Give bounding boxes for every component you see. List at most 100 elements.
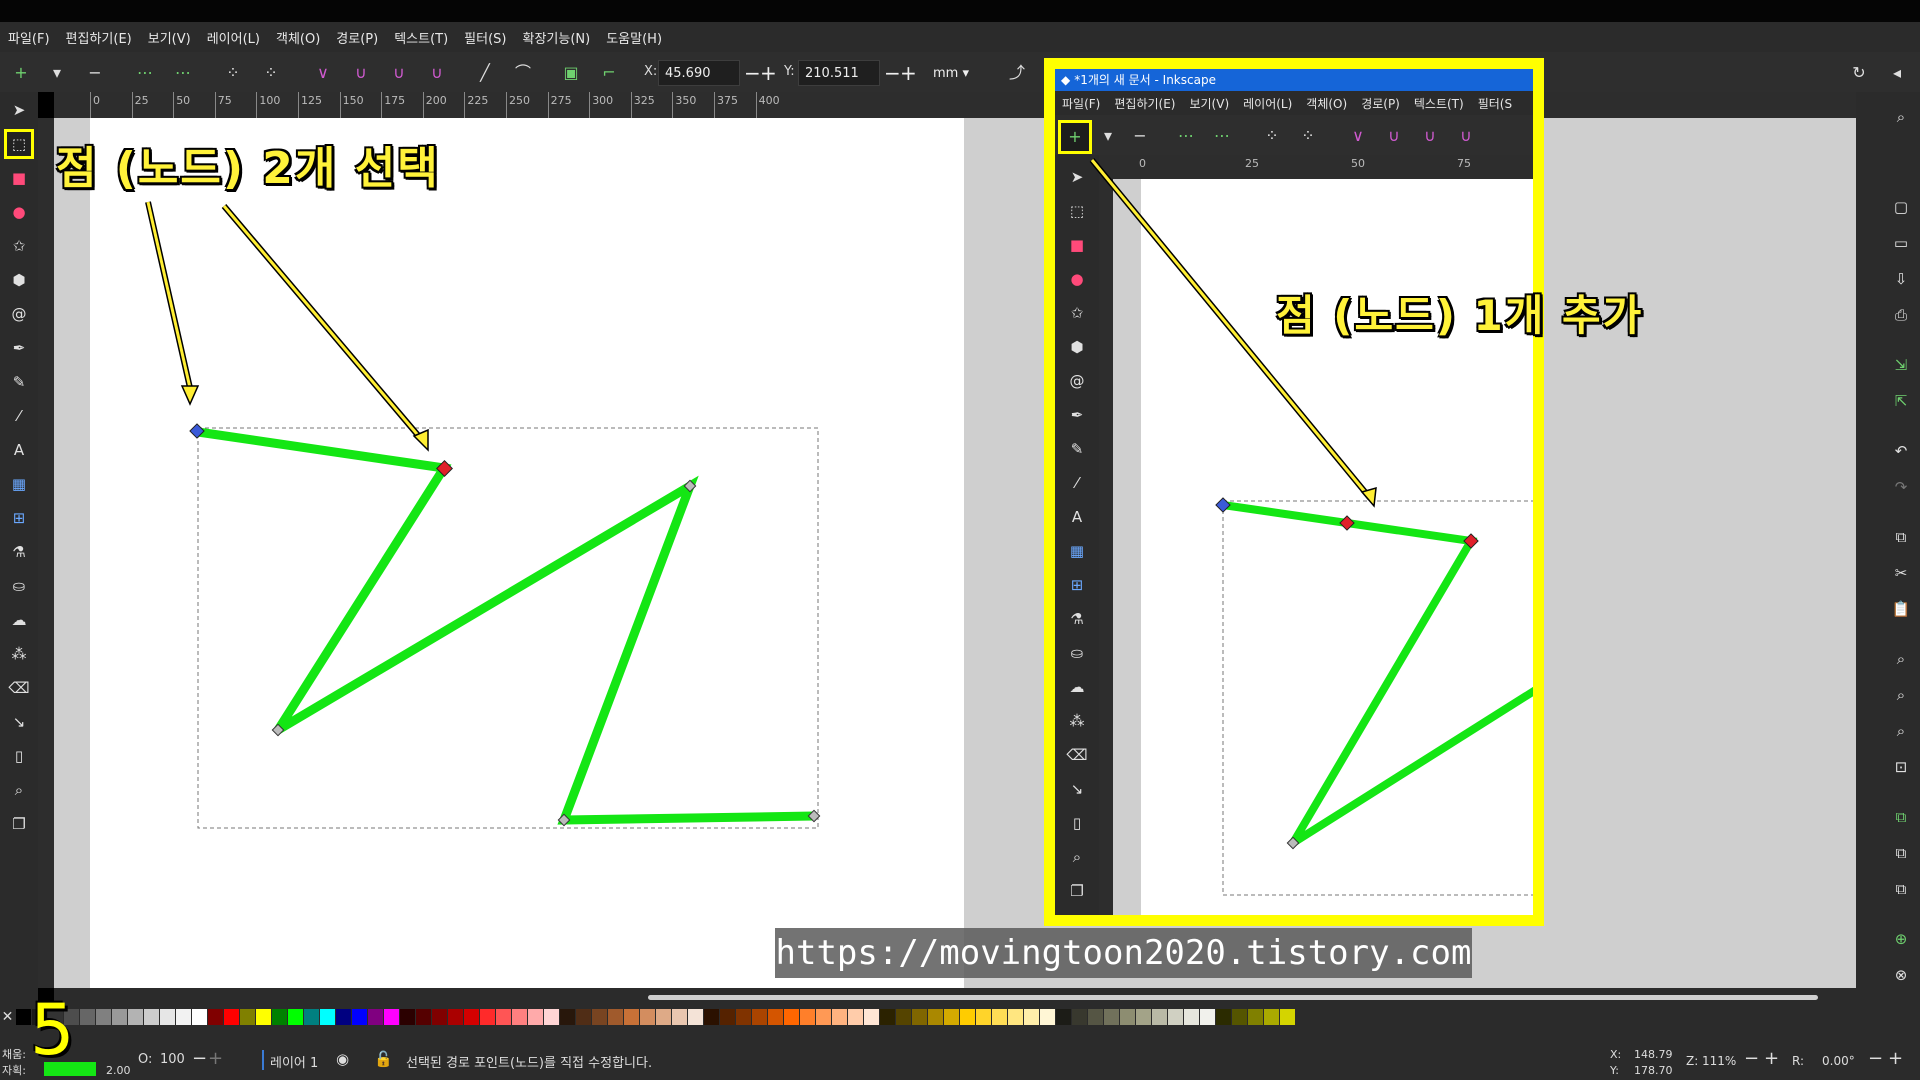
palette-swatch[interactable] [1024, 1009, 1039, 1025]
menu-object[interactable]: 객체(O) [268, 28, 328, 47]
palette-swatch[interactable] [256, 1009, 271, 1025]
break-path-icon[interactable]: ⋯ [1211, 125, 1233, 147]
pencil-tool-icon[interactable]: ✎ [7, 370, 31, 394]
auto-smooth-node-icon[interactable]: ∪ [1455, 125, 1477, 147]
zigzag-path[interactable] [1222, 501, 1539, 847]
layer-visibility-icon[interactable]: ◉ [336, 1050, 349, 1068]
measure-tool-icon[interactable]: ▯ [7, 744, 31, 768]
segment-line-icon[interactable]: ╱ [474, 62, 496, 84]
calligraphy-tool-icon[interactable]: ⁄ [1065, 471, 1089, 495]
x-increment-button[interactable]: + [760, 61, 777, 85]
palette-swatch[interactable] [1216, 1009, 1231, 1025]
rectangle-tool-icon[interactable]: ■ [1065, 233, 1089, 257]
x-decrement-button[interactable]: − [744, 61, 761, 85]
palette-swatch[interactable] [496, 1009, 511, 1025]
scrollbar-thumb[interactable] [648, 995, 1818, 1000]
y-coordinate-input[interactable]: 210.511 [798, 60, 880, 86]
clone-icon[interactable]: ⧉ [1890, 842, 1912, 864]
palette-swatch[interactable] [1200, 1009, 1215, 1025]
opacity-decrement-button[interactable]: − [192, 1048, 207, 1069]
palette-swatch[interactable] [1184, 1009, 1199, 1025]
path-effect-icon[interactable]: ⤴ [1006, 62, 1028, 84]
zigzag-path[interactable] [197, 427, 815, 825]
3d-box-tool-icon[interactable]: ⬢ [1065, 335, 1089, 359]
palette-swatch[interactable] [960, 1009, 975, 1025]
pages-tool-icon[interactable]: ❐ [1065, 879, 1089, 903]
cut-icon[interactable]: ✂ [1890, 562, 1912, 584]
palette-swatch[interactable] [848, 1009, 863, 1025]
palette-swatch[interactable] [544, 1009, 559, 1025]
menu-file[interactable]: 파일(F) [0, 28, 58, 47]
palette-swatch[interactable] [400, 1009, 415, 1025]
palette-swatch[interactable] [864, 1009, 879, 1025]
cusp-node-icon[interactable]: ∨ [312, 62, 334, 84]
palette-swatch[interactable] [208, 1009, 223, 1025]
mesh-tool-icon[interactable]: ⊞ [1065, 573, 1089, 597]
zoom-tool-icon[interactable]: ⌕ [7, 778, 31, 802]
paint-bucket-tool-icon[interactable]: ⛀ [7, 574, 31, 598]
menu-path[interactable]: 경로(P) [328, 28, 386, 47]
palette-swatch[interactable] [1088, 1009, 1103, 1025]
menu-view[interactable]: 보기(V) [140, 28, 199, 47]
measure-tool-icon[interactable]: ▯ [1065, 811, 1089, 835]
no-paint-icon[interactable]: ✕ [0, 1009, 15, 1025]
palette-swatch[interactable] [624, 1009, 639, 1025]
text-tool-icon[interactable]: A [7, 438, 31, 462]
palette-swatch[interactable] [720, 1009, 735, 1025]
current-layer[interactable]: 레이어 1 [270, 1052, 318, 1071]
snap-toggle-icon[interactable]: ↻ [1848, 62, 1870, 84]
mesh-tool-icon[interactable]: ⊞ [7, 506, 31, 530]
palette-swatch[interactable] [432, 1009, 447, 1025]
palette-swatch[interactable] [352, 1009, 367, 1025]
palette-swatch[interactable] [384, 1009, 399, 1025]
palette-swatch[interactable] [672, 1009, 687, 1025]
auto-smooth-node-icon[interactable]: ∪ [426, 62, 448, 84]
export-icon[interactable]: ⇱ [1890, 390, 1912, 412]
symmetric-node-icon[interactable]: ∪ [1419, 125, 1441, 147]
palette-swatch[interactable] [928, 1009, 943, 1025]
text-tool-icon[interactable]: A [1065, 505, 1089, 529]
palette-swatch[interactable] [320, 1009, 335, 1025]
menu-edit[interactable]: 편집하기(E) [58, 28, 140, 47]
menu-layer[interactable]: 레이어(L) [199, 28, 268, 47]
menu-extensions[interactable]: 확장기능(N) [515, 28, 599, 47]
palette-swatch[interactable] [608, 1009, 623, 1025]
palette-swatch[interactable] [1008, 1009, 1023, 1025]
menu-text[interactable]: 텍스트(T) [386, 28, 456, 47]
insert-dropdown-icon[interactable]: ▾ [46, 62, 68, 84]
zoom-fit-icon[interactable]: ⌕ [1890, 106, 1912, 128]
join-segment-icon[interactable]: ⁘ [222, 62, 244, 84]
break-path-icon[interactable]: ⋯ [172, 62, 194, 84]
node-tool-icon[interactable]: ⬚ [4, 129, 34, 159]
circle-tool-icon[interactable]: ● [1065, 267, 1089, 291]
palette-swatch[interactable] [560, 1009, 575, 1025]
copy-icon[interactable]: ⧉ [1890, 526, 1912, 548]
connector-tool-icon[interactable]: ↘ [7, 710, 31, 734]
paste-icon[interactable]: 📋 [1890, 598, 1912, 620]
smooth-node-icon[interactable]: ∪ [1383, 125, 1405, 147]
unit-select[interactable]: mm ▾ [926, 60, 978, 86]
menu-help[interactable]: 도움말(H) [598, 28, 670, 47]
palette-swatch[interactable] [592, 1009, 607, 1025]
rotate-decrement-button[interactable]: − [1868, 1048, 1883, 1069]
delete-node-icon[interactable]: − [1129, 125, 1151, 147]
palette-swatch[interactable] [1040, 1009, 1055, 1025]
palette-swatch[interactable] [416, 1009, 431, 1025]
zoom-value[interactable]: 111% [1702, 1054, 1736, 1068]
connector-tool-icon[interactable]: ↘ [1065, 777, 1089, 801]
open-icon[interactable]: ▭ [1890, 232, 1912, 254]
zoom-out-button[interactable]: − [1744, 1048, 1759, 1069]
pen-tool-icon[interactable]: ✒ [1065, 403, 1089, 427]
palette-swatch[interactable] [992, 1009, 1007, 1025]
paint-bucket-tool-icon[interactable]: ⛀ [1065, 641, 1089, 665]
insert-dropdown-icon[interactable]: ▾ [1097, 125, 1119, 147]
menu-filters[interactable]: 필터(S) [456, 28, 514, 47]
inset-menu-view[interactable]: 보기(V) [1182, 95, 1236, 112]
palette-swatch[interactable] [640, 1009, 655, 1025]
tweak-tool-icon[interactable]: ☁ [7, 608, 31, 632]
dropper-tool-icon[interactable]: ⚗ [7, 540, 31, 564]
segment-curve-icon[interactable]: ⌒ [512, 62, 534, 84]
import-icon[interactable]: ⇲ [1890, 354, 1912, 376]
palette-swatch[interactable] [464, 1009, 479, 1025]
rotate-increment-button[interactable]: + [1888, 1048, 1903, 1069]
